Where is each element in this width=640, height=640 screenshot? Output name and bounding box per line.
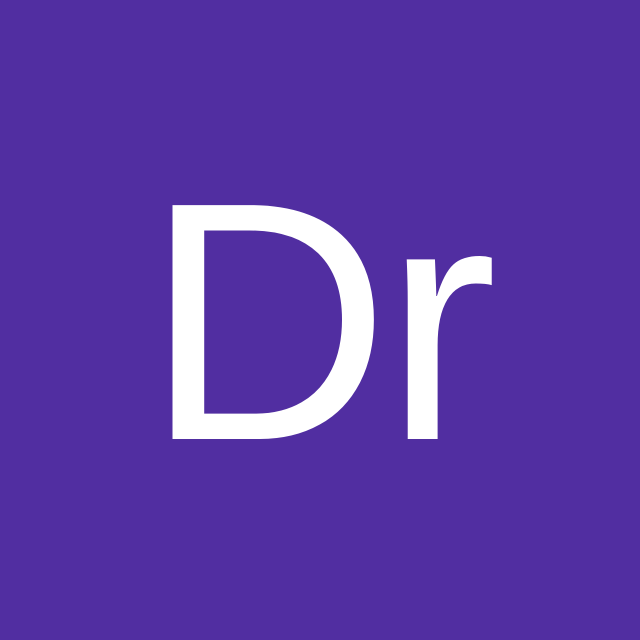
avatar-initials: Dr (144, 132, 498, 512)
avatar: Dr (0, 0, 640, 640)
